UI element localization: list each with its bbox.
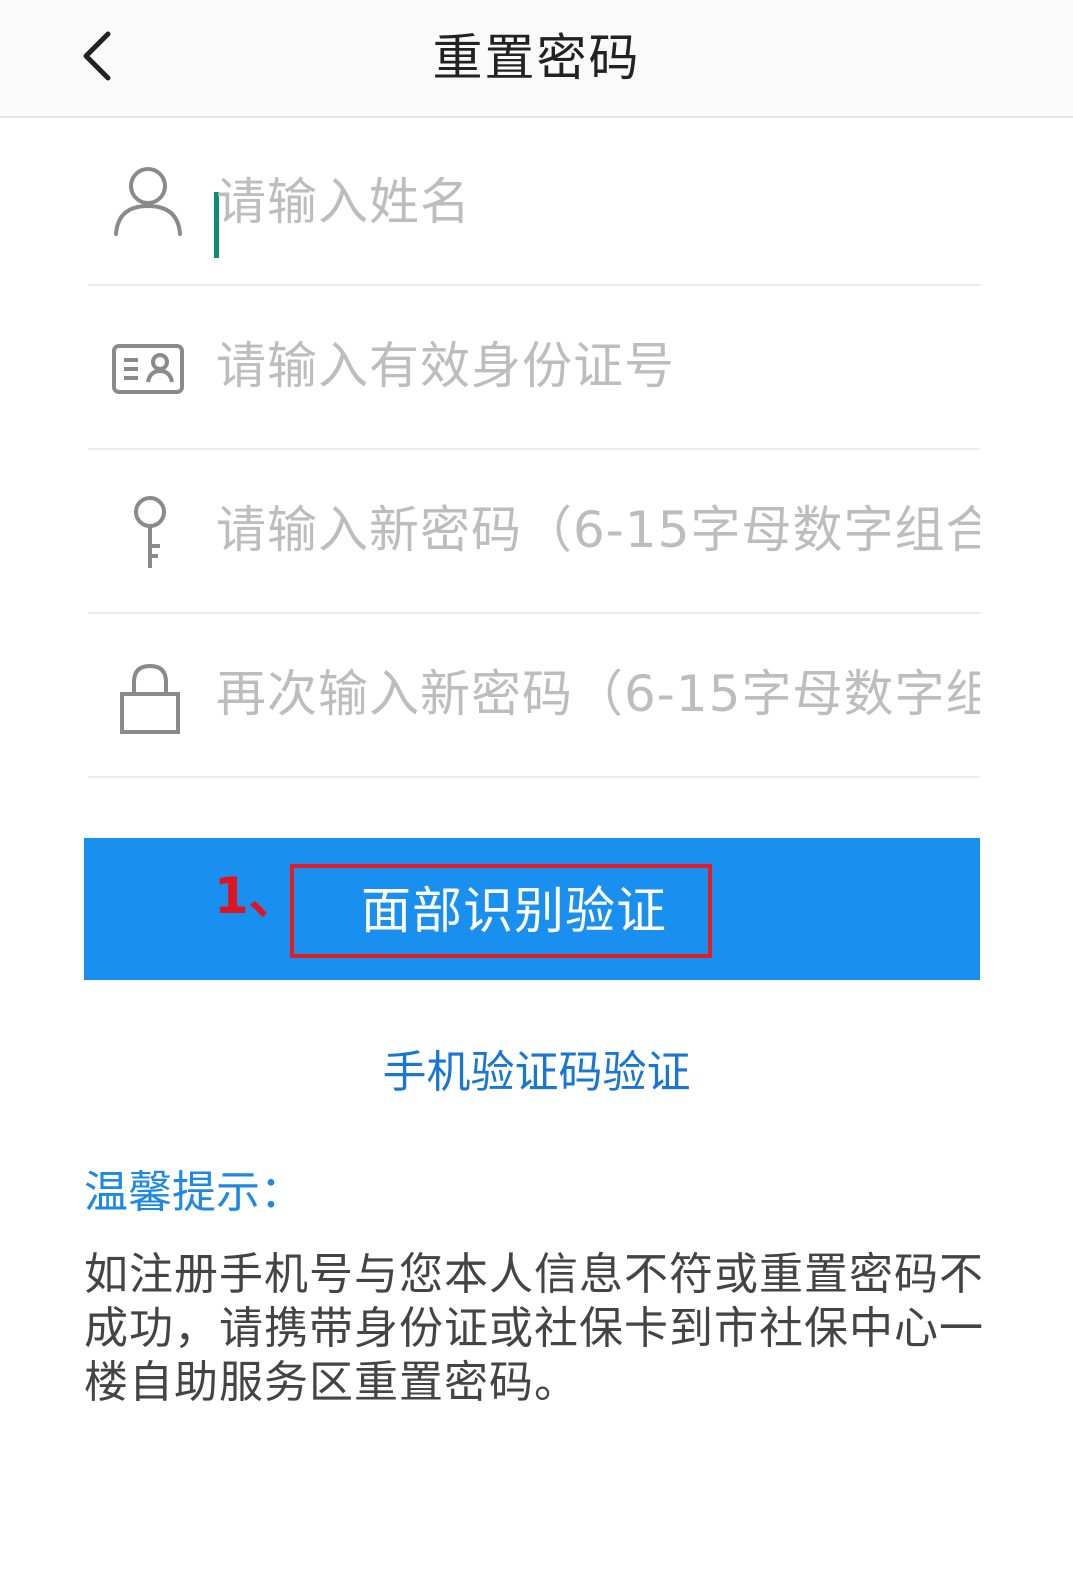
annotation-number: 1、: [214, 867, 299, 925]
tips-body: 如注册手机号与您本人信息不符或重置密码不成功，请携带身份证或社保卡到市社保中心一…: [84, 1249, 984, 1408]
tips-title: 温馨提示：: [84, 1167, 304, 1218]
face-verification-label: 面部识别验证: [361, 882, 667, 940]
confirm-password-input[interactable]: [216, 644, 980, 744]
header-bar: 重置密码: [0, 0, 1073, 118]
lock-icon: [120, 663, 180, 734]
page-title: 重置密码: [432, 29, 641, 87]
id-card-icon: [112, 344, 184, 394]
reset-password-page: 重置密码 请输入姓名 请输入有效身份证号 1、 面部识别验证 手机验证码验证 温…: [0, 0, 1073, 1577]
confirm-password-row: [88, 614, 980, 778]
name-row: [88, 122, 980, 286]
key-icon: [134, 496, 166, 568]
sms-verification-link[interactable]: 手机验证码验证: [0, 1040, 1073, 1106]
new-password-input[interactable]: [216, 480, 980, 580]
user-icon: [114, 167, 182, 236]
name-input[interactable]: [216, 152, 980, 252]
id-row: [88, 286, 980, 450]
face-verification-button[interactable]: 1、 面部识别验证: [84, 838, 980, 980]
new-password-row: [88, 450, 980, 614]
id-number-input[interactable]: [216, 316, 980, 416]
